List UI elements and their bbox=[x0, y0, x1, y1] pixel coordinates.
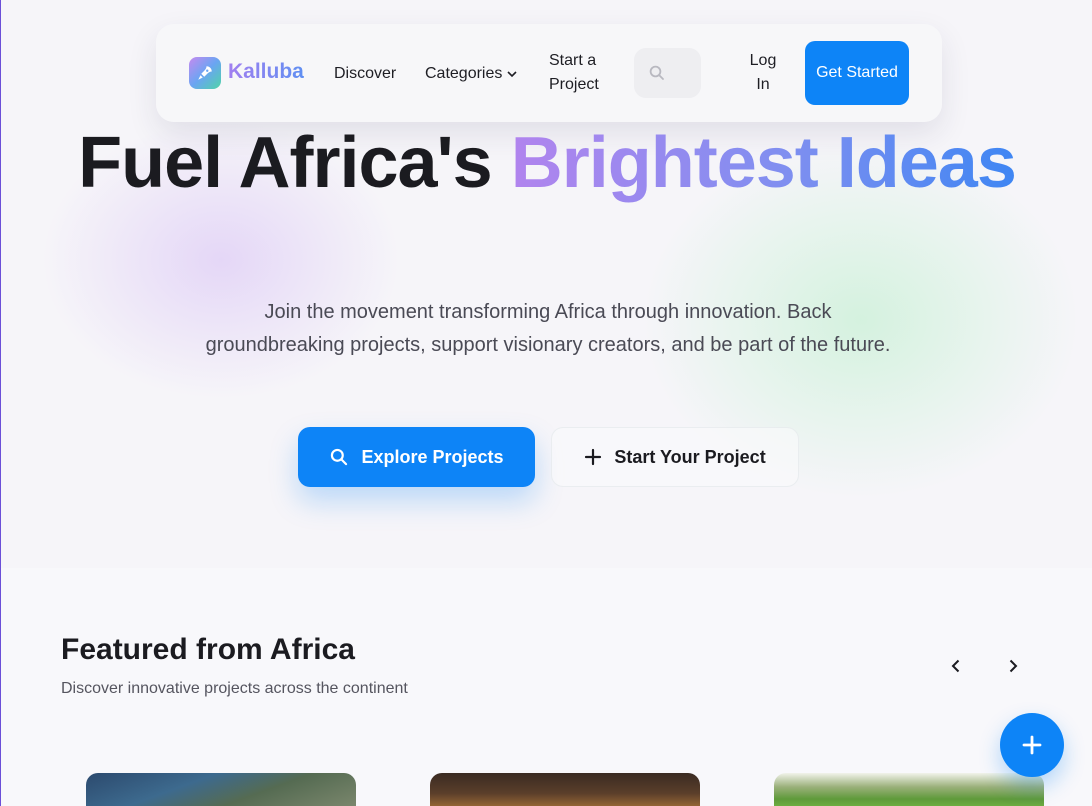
nav-categories[interactable]: Categories bbox=[425, 62, 518, 86]
headline-plain: Fuel Africa's bbox=[78, 123, 493, 203]
featured-subtitle: Discover innovative projects across the … bbox=[61, 680, 408, 697]
chevron-right-icon bbox=[1009, 659, 1018, 673]
plus-icon bbox=[1022, 735, 1042, 755]
page-title: Fuel Africa's Brightest Ideas bbox=[1, 126, 1092, 200]
plus-icon bbox=[585, 448, 602, 466]
hero-subtitle: Join the movement transforming Africa th… bbox=[205, 301, 891, 356]
chevron-left-icon bbox=[951, 659, 960, 673]
project-card-image[interactable] bbox=[86, 773, 356, 806]
search-icon bbox=[331, 448, 348, 466]
project-card-image[interactable] bbox=[774, 773, 1044, 806]
get-started-button[interactable]: Get Started bbox=[805, 41, 909, 105]
login-link[interactable]: Log In bbox=[741, 49, 785, 97]
nav-discover[interactable]: Discover bbox=[334, 62, 396, 86]
project-card-image[interactable] bbox=[430, 773, 700, 806]
rocket-icon[interactable] bbox=[189, 57, 221, 89]
floating-add-button[interactable] bbox=[1000, 713, 1064, 777]
featured-title: Featured from Africa bbox=[61, 633, 355, 666]
explore-projects-label: Explore Projects bbox=[361, 446, 504, 467]
start-your-project-button[interactable]: Start Your Project bbox=[551, 427, 799, 487]
top-navigation: Kalluba Discover Categories Start a Proj… bbox=[156, 24, 942, 122]
search-icon bbox=[649, 65, 664, 80]
carousel-next-button[interactable] bbox=[993, 646, 1033, 686]
nav-categories-label: Categories bbox=[425, 65, 503, 82]
carousel-prev-button[interactable] bbox=[936, 646, 976, 686]
chevron-down-icon bbox=[507, 71, 517, 78]
start-your-project-label: Start Your Project bbox=[614, 446, 766, 467]
search-button[interactable] bbox=[634, 48, 701, 98]
brand-name[interactable]: Kalluba bbox=[228, 60, 304, 84]
nav-start-project[interactable]: Start a Project bbox=[549, 49, 619, 97]
headline-highlight: Brightest Ideas bbox=[510, 123, 1017, 203]
explore-projects-button[interactable]: Explore Projects bbox=[298, 427, 535, 487]
